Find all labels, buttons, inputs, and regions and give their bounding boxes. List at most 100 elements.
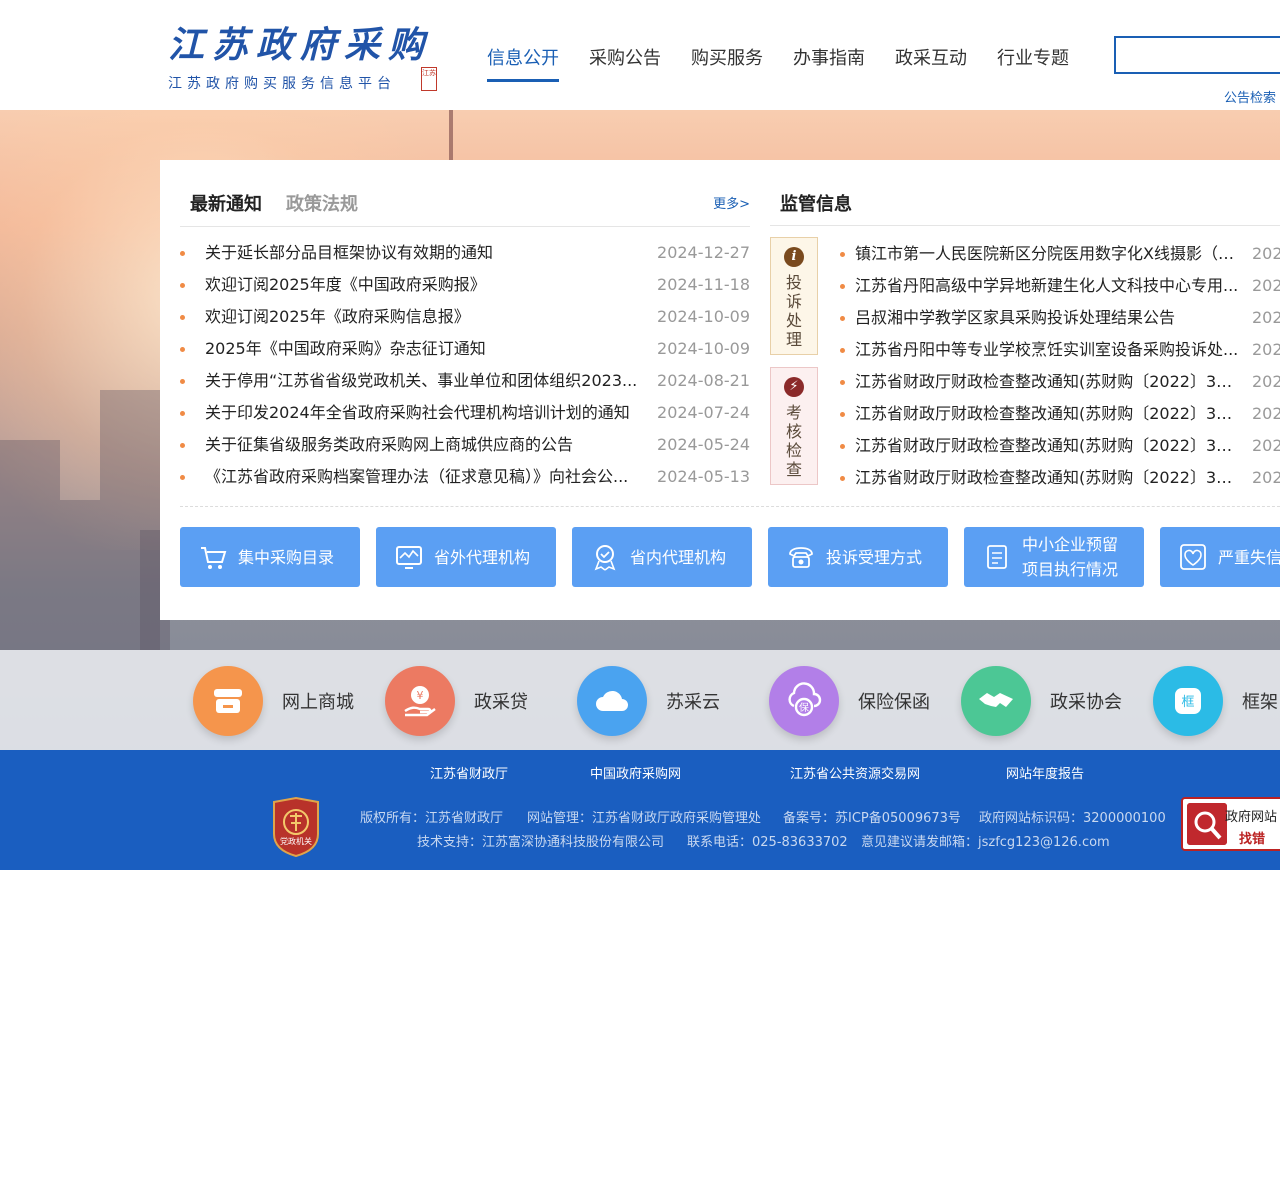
logo-subtitle: 江苏政府购买服务信息平台 xyxy=(168,76,396,92)
logo-seal: 江苏 xyxy=(421,67,437,91)
supervision-title-item[interactable]: 江苏省丹阳中等专业学校烹饪实训室设备采购投诉处... xyxy=(855,334,1240,366)
insurance-icon: 保 xyxy=(769,666,839,736)
service-label: 框架 xyxy=(1242,692,1278,713)
tab-policy-regulations[interactable]: 政策法规 xyxy=(286,190,358,216)
footer-admin: 网站管理：江苏省财政厅政府采购管理处 xyxy=(527,811,762,826)
service-online-mall[interactable]: 网上商城 xyxy=(193,666,354,736)
notice-date: 2024-12-27 xyxy=(657,243,750,262)
supervision-title: 监管信息 xyxy=(770,188,1280,226)
supervision-title-item[interactable]: 吕叔湘中学教学区家具采购投诉处理结果公告 xyxy=(855,302,1240,334)
nav-procurement-notice[interactable]: 采购公告 xyxy=(589,44,661,82)
announcement-search-link[interactable]: 公告检索 xyxy=(1224,87,1276,106)
notice-title[interactable]: 关于印发2024年全省政府采购社会代理机构培训计划的通知 xyxy=(205,397,645,429)
notice-title[interactable]: 欢迎订阅2025年度《中国政府采购报》 xyxy=(205,269,645,301)
complaint-method-button[interactable]: 投诉受理方式 xyxy=(768,527,948,587)
bullet-icon xyxy=(180,283,185,288)
nav-info-public[interactable]: 信息公开 xyxy=(487,44,559,82)
phone-icon xyxy=(789,547,813,568)
banner-building xyxy=(0,440,60,650)
main-nav: 信息公开 采购公告 购买服务 办事指南 政采互动 行业专题 xyxy=(487,44,1099,82)
notice-title[interactable]: 2025年《中国政府采购》杂志征订通知 xyxy=(205,333,645,365)
tab-latest-notice[interactable]: 最新通知 xyxy=(190,190,262,216)
notice-tabs: 最新通知 政策法规 更多> xyxy=(180,188,750,227)
supervision-date: 202 xyxy=(1252,340,1280,359)
supervision-title-item[interactable]: 江苏省财政厅财政检查整改通知(苏财购〔2022〕37号) xyxy=(855,366,1240,398)
internal-agency-button[interactable]: 省内代理机构 xyxy=(572,527,752,587)
list-item: 欢迎订阅2025年《政府采购信息报》 2024-10-09 xyxy=(180,301,750,333)
party-government-emblem[interactable]: 党政机关 xyxy=(270,796,322,858)
notice-date: 2024-10-09 xyxy=(657,307,750,326)
supervision-title-item[interactable]: 江苏省财政厅财政检查整改通知(苏财购〔2022〕36号) xyxy=(855,398,1240,430)
serious-dishonesty-button[interactable]: 严重失信 xyxy=(1160,527,1280,587)
bullet-icon xyxy=(180,443,185,448)
site-footer: 江苏省财政厅 中国政府采购网 江苏省公共资源交易网 网站年度报告 党政机关 版权… xyxy=(0,750,1280,870)
service-insurance-guarantee[interactable]: 保 保险保函 xyxy=(769,666,930,736)
notice-title[interactable]: 关于征集省级服务类政府采购网上商城供应商的公告 xyxy=(205,429,645,461)
nav-interaction[interactable]: 政采互动 xyxy=(895,44,967,82)
list-item: 关于印发2024年全省政府采购社会代理机构培训计划的通知 2024-07-24 xyxy=(180,397,750,429)
bullet-icon xyxy=(840,380,845,385)
bullet-icon xyxy=(840,476,845,481)
footer-icp[interactable]: 备案号：苏ICP备05009673号 xyxy=(783,807,961,826)
notice-title[interactable]: 关于延长部分品目框架协议有效期的通知 xyxy=(205,237,645,269)
cloud-icon xyxy=(577,666,647,736)
quick-link-line1: 中小企业预留 xyxy=(1022,535,1119,554)
service-su-cloud[interactable]: 苏采云 xyxy=(577,666,720,736)
list-item: 江苏省财政厅财政检查整改通知(苏财购〔2022〕36号) 202 xyxy=(840,398,1280,430)
supervision-title-item[interactable]: 江苏省财政厅财政检查整改通知(苏财购〔2022〕35号) xyxy=(855,430,1240,462)
service-framework[interactable]: 框 框架 xyxy=(1153,666,1278,736)
footer-link-public-resources[interactable]: 江苏省公共资源交易网 xyxy=(790,763,920,782)
more-link[interactable]: 更多> xyxy=(713,193,750,212)
complaint-handling-label: 投诉处理 xyxy=(786,273,803,349)
cart-icon xyxy=(201,547,227,569)
list-item: 江苏省丹阳高级中学异地新建生化人文科技中心专用... 202 xyxy=(840,270,1280,302)
nav-purchase-service[interactable]: 购买服务 xyxy=(691,44,763,82)
site-logo[interactable]: 江苏政府采购 江苏政府购买服务信息平台 江苏 xyxy=(168,24,438,94)
service-label: 政采协会 xyxy=(1050,692,1122,713)
bullet-icon xyxy=(180,347,185,352)
service-procurement-association[interactable]: 政采协会 xyxy=(961,666,1122,736)
supervision-date: 202 xyxy=(1252,276,1280,295)
bullet-icon xyxy=(840,412,845,417)
supervision-date: 202 xyxy=(1252,244,1280,263)
monitor-icon xyxy=(396,546,422,569)
centralized-catalog-button[interactable]: 集中采购目录 xyxy=(180,527,360,587)
notice-title[interactable]: 欢迎订阅2025年《政府采购信息报》 xyxy=(205,301,645,333)
notice-date: 2024-05-13 xyxy=(657,467,750,486)
supervision-title-item[interactable]: 镇江市第一人民医院新区分院医用数字化X线摄影（D... xyxy=(855,238,1240,270)
notice-title[interactable]: 关于停用“江苏省省级党政机关、事业单位和团体组织2023... xyxy=(205,365,645,397)
notice-date: 2024-08-21 xyxy=(657,371,750,390)
sme-reserved-projects-button[interactable]: 中小企业预留 项目执行情况 xyxy=(964,527,1144,587)
notice-date: 2024-05-24 xyxy=(657,435,750,454)
quick-link-label: 投诉受理方式 xyxy=(826,547,923,567)
handshake-icon xyxy=(961,666,1031,736)
external-agency-button[interactable]: 省外代理机构 xyxy=(376,527,556,587)
nav-guide[interactable]: 办事指南 xyxy=(793,44,865,82)
footer-link-annual-report[interactable]: 网站年度报告 xyxy=(1006,763,1084,782)
service-procurement-loan[interactable]: ¥ 政采贷 xyxy=(385,666,528,736)
service-label: 苏采云 xyxy=(666,692,720,713)
list-item: 欢迎订阅2025年度《中国政府采购报》 2024-11-18 xyxy=(180,269,750,301)
notice-date: 2024-10-09 xyxy=(657,339,750,358)
complaint-handling-button[interactable]: i 投诉处理 xyxy=(770,237,818,355)
svg-text:保: 保 xyxy=(799,701,809,714)
services-bar: 网上商城 ¥ 政采贷 苏采云 保 保险保函 政采协会 框 框架 xyxy=(0,650,1280,750)
supervision-title-item[interactable]: 江苏省财政厅财政检查整改通知(苏财购〔2022〕33号) xyxy=(855,462,1240,494)
badge-line2: 找错 xyxy=(1239,832,1266,847)
search-input[interactable] xyxy=(1116,38,1280,72)
footer-email: 意见建议请发邮箱：jszfcg123@126.com xyxy=(861,835,1110,850)
footer-site-id: 政府网站标识码：3200000100 xyxy=(979,811,1166,826)
footer-copyright: 版权所有：江苏省财政厅 xyxy=(360,811,504,826)
notice-title[interactable]: 《江苏省政府采购档案管理办法（征求意见稿）》向社会公... xyxy=(205,461,645,493)
nav-industry-topics[interactable]: 行业专题 xyxy=(997,44,1069,82)
list-item: 镇江市第一人民医院新区分院医用数字化X线摄影（D... 202 xyxy=(840,238,1280,270)
site-header: 江苏政府采购 江苏政府购买服务信息平台 江苏 信息公开 采购公告 购买服务 办事… xyxy=(0,0,1280,110)
assessment-inspection-button[interactable]: ⚡ 考核检查 xyxy=(770,367,818,485)
supervision-date: 202 xyxy=(1252,436,1280,455)
footer-link-china-procurement[interactable]: 中国政府采购网 xyxy=(590,763,681,782)
supervision-date: 202 xyxy=(1252,404,1280,423)
quick-link-label: 严重失信 xyxy=(1218,547,1280,567)
footer-link-finance-dept[interactable]: 江苏省财政厅 xyxy=(430,763,508,782)
gov-site-error-report-badge[interactable]: 政府网站 找错 xyxy=(1181,797,1280,851)
supervision-title-item[interactable]: 江苏省丹阳高级中学异地新建生化人文科技中心专用... xyxy=(855,270,1240,302)
